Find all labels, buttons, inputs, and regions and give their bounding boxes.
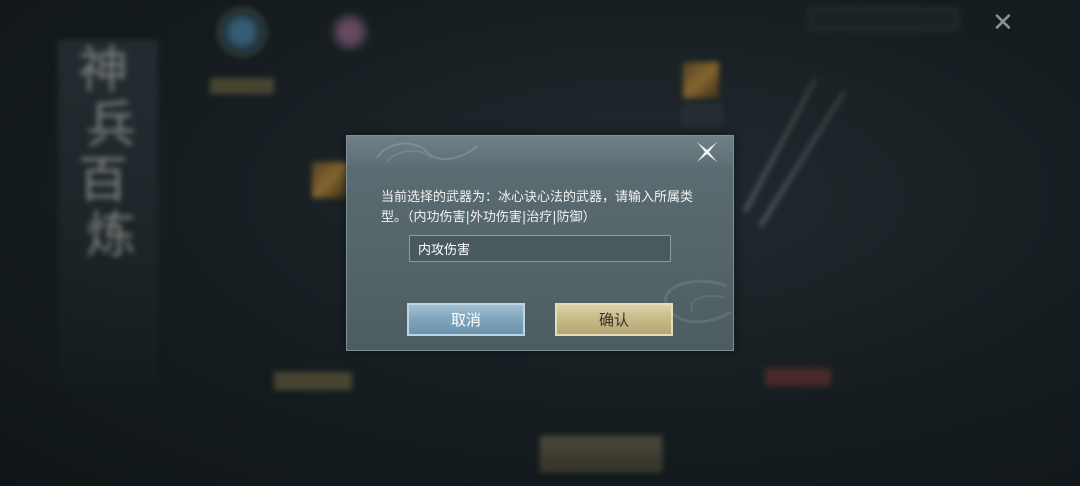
cancel-button-label: 取消 — [450, 311, 481, 329]
dialog-header — [347, 136, 733, 166]
cancel-button[interactable]: 取消 — [407, 303, 525, 336]
weapon-type-dialog: 当前选择的武器为：冰心诀心法的武器，请输入所属类型。（内功伤害|外功伤害|治疗|… — [346, 135, 734, 351]
cloud-pattern-icon — [376, 142, 478, 163]
close-x-icon[interactable] — [695, 140, 719, 164]
weapon-type-input[interactable] — [409, 235, 671, 262]
confirm-button-label: 确认 — [598, 311, 629, 329]
dialog-prompt: 当前选择的武器为：冰心诀心法的武器，请输入所属类型。（内功伤害|外功伤害|治疗|… — [381, 190, 694, 225]
confirm-button[interactable]: 确认 — [555, 303, 673, 336]
